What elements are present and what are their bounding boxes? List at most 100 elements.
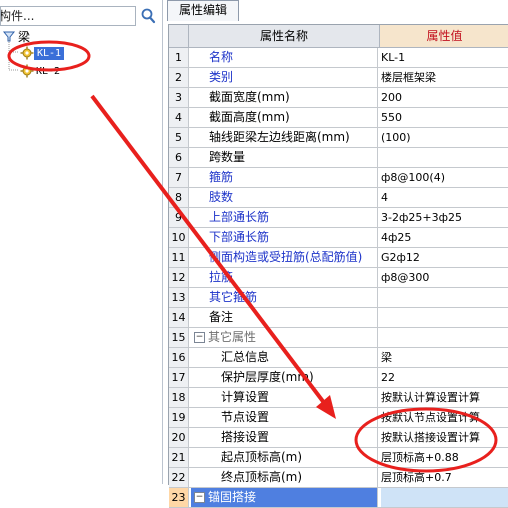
property-name: 其它箍筋 [191, 288, 378, 307]
table-row[interactable]: 3 截面宽度(mm) 200 [169, 88, 508, 108]
property-name: 计算设置 [191, 388, 378, 407]
row-number: 6 [169, 148, 189, 167]
property-grid: 属性名称 属性值 1 名称 KL-1 2 类别 楼层框架梁 3 截面宽度(mm) 200 4… [168, 24, 508, 508]
search-input[interactable] [1, 7, 117, 25]
row-number: 22 [169, 468, 189, 487]
property-value[interactable] [381, 148, 508, 167]
row-number: 16 [169, 348, 189, 367]
property-value[interactable]: 3-2ф25+3ф25 [381, 208, 508, 227]
table-row[interactable]: 6 跨数量 [169, 148, 508, 168]
property-name: 名称 [191, 48, 378, 67]
table-row[interactable]: 8 肢数 4 [169, 188, 508, 208]
property-value[interactable]: 550 [381, 108, 508, 127]
table-row[interactable]: 4 截面高度(mm) 550 [169, 108, 508, 128]
search-button[interactable] [138, 6, 158, 26]
table-row[interactable]: 10 下部通长筋 4ф25 [169, 228, 508, 248]
property-value[interactable]: 层顶标高+0.88 [381, 448, 508, 467]
table-row[interactable]: 17 保护层厚度(mm) 22 [169, 368, 508, 388]
row-number: 10 [169, 228, 189, 247]
header-corner [169, 25, 189, 48]
property-name: 跨数量 [191, 148, 378, 167]
property-value[interactable]: ф8@300 [381, 268, 508, 287]
table-row-group-selected[interactable]: 23− 锚固搭接 [169, 488, 508, 508]
column-header-value[interactable]: 属性值 [380, 25, 508, 48]
row-number: 8 [169, 188, 189, 207]
row-number: 9 [169, 208, 189, 227]
column-header-name[interactable]: 属性名称 [189, 25, 380, 48]
property-name: 截面高度(mm) [191, 108, 378, 127]
property-name: 肢数 [191, 188, 378, 207]
search-icon [141, 8, 156, 24]
row-number: 7 [169, 168, 189, 187]
property-name: 下部通长筋 [191, 228, 378, 247]
row-number: 1 [169, 48, 189, 67]
property-value[interactable]: 22 [381, 368, 508, 387]
property-value[interactable]: 4 [381, 188, 508, 207]
table-row[interactable]: 14 备注 [169, 308, 508, 328]
property-value[interactable]: 梁 [381, 348, 508, 367]
property-value[interactable] [381, 288, 508, 307]
tree-item-kl-2[interactable]: KL-2 [20, 63, 62, 79]
property-name: 轴线距梁左边线距离(mm) [191, 128, 378, 147]
property-value[interactable] [381, 488, 508, 507]
tree-item-label: KL-1 [34, 46, 65, 60]
table-row[interactable]: 5 轴线距梁左边线距离(mm) (100) [169, 128, 508, 148]
property-name: 节点设置 [191, 408, 378, 427]
table-row[interactable]: 7 箍筋 ф8@100(4) [169, 168, 508, 188]
gear-icon [20, 64, 34, 78]
row-number: 14 [169, 308, 189, 327]
property-value[interactable]: 楼层框架梁 [381, 68, 508, 87]
search-box [0, 6, 136, 26]
tree-item-kl-1[interactable]: KL-1 [20, 45, 65, 61]
property-value[interactable] [381, 308, 508, 327]
property-name: 上部通长筋 [191, 208, 378, 227]
component-tree-panel: 梁 KL-1 KL-2 [0, 0, 163, 484]
property-value[interactable]: 按默认计算设置计算 [381, 388, 508, 407]
table-row[interactable]: 22 终点顶标高(m) 层顶标高+0.7 [169, 468, 508, 488]
table-row-group[interactable]: 15− 其它属性 [169, 328, 508, 348]
property-name: 汇总信息 [191, 348, 378, 367]
tree-item-label: KL-2 [36, 65, 61, 77]
property-value[interactable]: (100) [381, 128, 508, 147]
table-row[interactable]: 13 其它箍筋 [169, 288, 508, 308]
row-number: 15 [169, 328, 189, 347]
property-value[interactable]: 200 [381, 88, 508, 107]
row-number: 19 [169, 408, 189, 427]
property-name: 类别 [191, 68, 378, 87]
table-row[interactable]: 1 名称 KL-1 [169, 48, 508, 68]
property-value[interactable]: KL-1 [381, 48, 508, 67]
property-name: 终点顶标高(m) [191, 468, 378, 487]
property-value[interactable]: 按默认搭接设置计算 [381, 428, 508, 447]
row-number: 23 [169, 488, 189, 507]
row-number: 3 [169, 88, 189, 107]
table-row[interactable]: 9 上部通长筋 3-2ф25+3ф25 [169, 208, 508, 228]
property-group-name: − 其它属性 [191, 328, 378, 347]
collapse-icon[interactable]: − [194, 332, 205, 343]
row-number: 4 [169, 108, 189, 127]
row-number: 13 [169, 288, 189, 307]
table-row[interactable]: 21 起点顶标高(m) 层顶标高+0.88 [169, 448, 508, 468]
table-row[interactable]: 16 汇总信息梁 [169, 348, 508, 368]
table-row[interactable]: 12 拉筋 ф8@300 [169, 268, 508, 288]
row-number: 11 [169, 248, 189, 267]
property-value[interactable]: 4ф25 [381, 228, 508, 247]
property-value[interactable]: 按默认节点设置计算 [381, 408, 508, 427]
table-row[interactable]: 20 搭接设置 按默认搭接设置计算 [169, 428, 508, 448]
table-row[interactable]: 19 节点设置 按默认节点设置计算 [169, 408, 508, 428]
row-number: 21 [169, 448, 189, 467]
property-value[interactable]: G2ф12 [381, 248, 508, 267]
property-name: 备注 [191, 308, 378, 327]
property-value[interactable]: ф8@100(4) [381, 168, 508, 187]
tab-bar: 属性编辑 [163, 0, 508, 22]
table-row[interactable]: 11 侧面构造或受扭筋(总配筋值) G2ф12 [169, 248, 508, 268]
property-value[interactable]: 层顶标高+0.7 [381, 468, 508, 487]
tab-property-editor[interactable]: 属性编辑 [167, 0, 239, 21]
property-value [381, 328, 508, 347]
row-number: 17 [169, 368, 189, 387]
table-row[interactable]: 18 计算设置 按默认计算设置计算 [169, 388, 508, 408]
property-name: 保护层厚度(mm) [191, 368, 378, 387]
property-name: 箍筋 [191, 168, 378, 187]
row-number: 12 [169, 268, 189, 287]
collapse-icon[interactable]: − [194, 492, 205, 503]
table-row[interactable]: 2 类别 楼层框架梁 [169, 68, 508, 88]
